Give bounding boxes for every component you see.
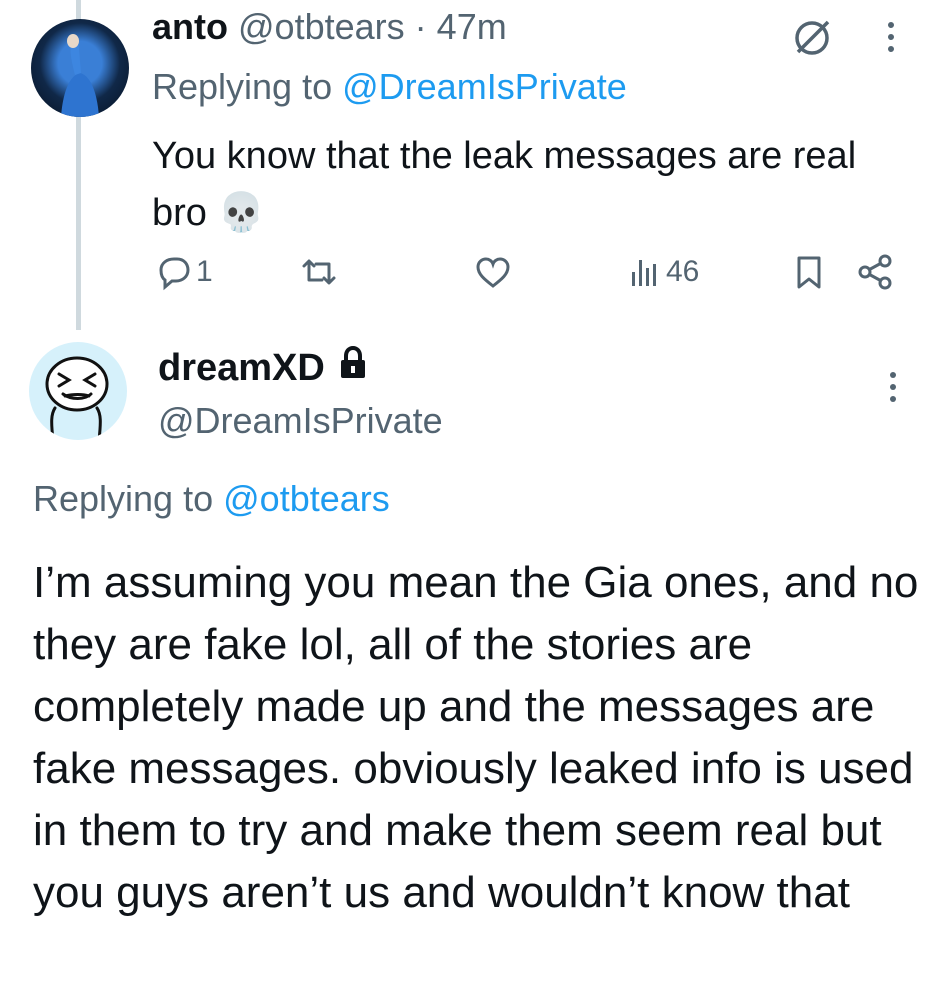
bookmark-button[interactable] [790,252,828,292]
views-icon [628,252,664,292]
avatar[interactable] [31,19,129,117]
tweet-text: I’m assuming you mean the Gia ones, and … [33,558,919,917]
timestamp[interactable]: 47m [437,6,507,47]
bookmark-icon [790,252,828,292]
replying-prefix: Replying to [152,66,333,107]
action-bar: 1 46 [150,252,910,298]
views-count: 46 [666,255,700,288]
reply-icon [154,252,194,292]
more-icon[interactable] [888,22,896,58]
share-button[interactable] [854,252,896,292]
tweet-header: anto @otbtears · 47m [152,6,507,48]
retweet-button[interactable] [298,252,340,292]
replying-to: Replying to @otbtears [33,478,390,520]
replying-prefix: Replying to [33,478,214,519]
display-name[interactable]: anto [152,6,228,47]
separator: · [414,6,427,47]
replying-to: Replying to @DreamIsPrivate [152,66,627,108]
more-icon[interactable] [890,372,898,408]
share-icon [854,252,896,292]
reply-button[interactable]: 1 [154,252,213,292]
replying-handle-link[interactable]: @otbtears [223,478,390,519]
reply-count: 1 [196,255,213,288]
like-icon [472,252,514,292]
no-sign-icon [790,16,834,65]
tweet-header: dreamXD [158,345,367,390]
user-handle[interactable]: @DreamIsPrivate [158,400,443,442]
like-button[interactable] [472,252,514,292]
retweet-icon [298,252,340,292]
replying-handle-link[interactable]: @DreamIsPrivate [342,66,627,107]
views-button[interactable]: 46 [628,252,699,292]
tweet-text: You know that the leak messages are real… [152,135,857,234]
lock-icon [339,345,367,390]
display-name[interactable]: dreamXD [158,347,325,390]
avatar[interactable] [29,342,127,440]
user-handle[interactable]: @otbtears [238,6,405,47]
